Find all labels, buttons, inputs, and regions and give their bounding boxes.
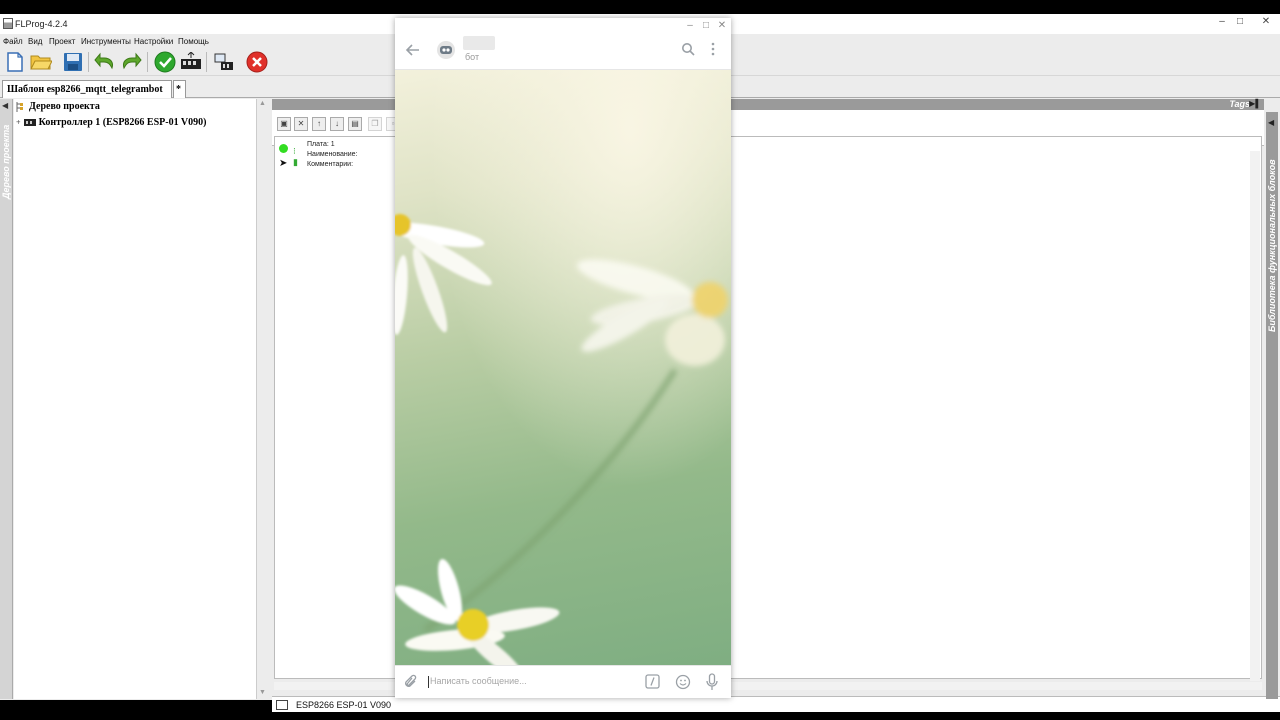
scroll-down-icon[interactable]: ▼ <box>259 689 266 696</box>
board-tree-icon: ⁝▮ <box>293 146 298 167</box>
tg-minimize-button[interactable]: – <box>683 20 697 31</box>
minimize-button[interactable]: – <box>1214 16 1230 27</box>
status-bar: ESP8266 ESP-01 V090 <box>272 696 1280 712</box>
board-delete-icon[interactable]: ✕ <box>294 117 308 131</box>
new-file-icon[interactable] <box>4 51 26 73</box>
search-icon[interactable] <box>681 42 695 61</box>
scroll-up-icon[interactable]: ▲ <box>259 100 266 107</box>
tree-controller-label: Контроллер 1 (ESP8266 ESP-01 V090) <box>38 117 207 128</box>
tg-close-button[interactable]: ✕ <box>715 20 729 31</box>
message-input-bar: Написать сообщение... <box>395 665 731 698</box>
controller-icon <box>23 119 36 126</box>
board-settings-icon[interactable] <box>213 51 235 73</box>
chat-header: бот <box>395 36 731 70</box>
menu-help[interactable]: Помощь <box>178 37 209 46</box>
tags-toggle-icon[interactable]: ▶▌ <box>1249 99 1261 108</box>
bot-avatar-icon[interactable] <box>437 41 455 59</box>
open-folder-icon[interactable] <box>30 51 52 73</box>
chat-background <box>395 70 731 665</box>
board-plate: Плата: 1 <box>307 141 335 148</box>
right-panel-vertical-label: Библиотека функциональных блоков <box>1267 159 1277 332</box>
menu-view[interactable]: Вид <box>28 37 42 46</box>
text-cursor <box>428 676 429 688</box>
board-status-icon <box>276 700 288 710</box>
chat-status: бот <box>465 52 480 62</box>
back-arrow-icon[interactable] <box>405 42 421 63</box>
flprog-app-icon <box>3 18 13 29</box>
window-title: FLProg-4.2.4 <box>15 19 68 29</box>
daisy-wallpaper <box>395 70 731 665</box>
redo-icon[interactable] <box>120 51 142 73</box>
right-panel-strip[interactable]: ◀ Библиотека функциональных блоков <box>1266 112 1278 699</box>
left-panel-vertical-label: Дерево проекта <box>1 124 11 199</box>
move-down-icon[interactable]: ↓ <box>330 117 344 131</box>
compile-check-icon[interactable] <box>154 51 176 73</box>
save-icon[interactable] <box>62 51 84 73</box>
close-button[interactable]: ✕ <box>1258 16 1274 27</box>
mic-icon[interactable] <box>706 673 718 696</box>
tg-maximize-button[interactable]: □ <box>699 20 713 31</box>
editor-vertical-scrollbar[interactable] <box>1250 151 1260 681</box>
menu-project[interactable]: Проект <box>49 37 75 46</box>
board-comment: Комментарии: <box>307 161 354 168</box>
tree-root-label: Дерево проекта <box>29 101 100 112</box>
tree-controller[interactable]: + Контроллер 1 (ESP8266 ESP-01 V090) <box>16 117 206 128</box>
status-indicator-icon <box>279 144 288 153</box>
tab-project[interactable]: Шаблон esp8266_mqtt_telegrambot <box>2 80 172 98</box>
emoji-icon[interactable] <box>675 674 691 695</box>
status-text: ESP8266 ESP-01 V090 <box>296 700 392 710</box>
tab-project-label: Шаблон esp8266_mqtt_telegrambot <box>7 84 163 95</box>
board-add-icon[interactable]: ▣ <box>277 117 291 131</box>
tree-root-icon <box>16 101 23 112</box>
pointer-icon: ➤ <box>279 158 288 169</box>
board-copy-icon[interactable]: ▤ <box>348 117 362 131</box>
undo-icon[interactable] <box>94 51 116 73</box>
tags-label[interactable]: Tags <box>1229 99 1250 109</box>
chat-name-blurred[interactable] <box>463 36 495 50</box>
menu-tools[interactable]: Инструменты <box>81 37 131 46</box>
menu-file[interactable]: Файл <box>3 37 23 46</box>
telegram-titlebar: – □ ✕ <box>395 18 731 36</box>
upload-icon[interactable] <box>180 51 202 73</box>
move-up-icon[interactable]: ↑ <box>312 117 326 131</box>
expand-icon[interactable]: + <box>16 118 21 127</box>
project-tree: Дерево проекта + Контроллер 1 (ESP8266 E… <box>14 99 257 699</box>
left-panel-strip[interactable]: ◀ Дерево проекта <box>0 99 13 699</box>
maximize-button[interactable]: □ <box>1232 16 1248 27</box>
board-paste-icon[interactable]: ❐ <box>368 117 382 131</box>
telegram-window: – □ ✕ бот Написать сообщение... <box>395 18 731 698</box>
message-input[interactable]: Написать сообщение... <box>430 676 527 686</box>
tab-new[interactable]: * <box>173 80 186 98</box>
attach-icon[interactable] <box>403 674 419 695</box>
tree-scrollbar[interactable]: ▲ ▼ <box>258 99 269 699</box>
menu-settings[interactable]: Настройки <box>134 37 173 46</box>
tab-new-label: * <box>176 84 181 95</box>
board-name: Наименование: <box>307 151 358 158</box>
bot-command-icon[interactable] <box>645 674 660 694</box>
stop-icon[interactable] <box>246 51 268 73</box>
collapse-right-icon[interactable]: ◀ <box>1268 118 1274 127</box>
more-vert-icon[interactable] <box>710 42 716 61</box>
tree-root[interactable]: Дерево проекта <box>16 101 100 112</box>
